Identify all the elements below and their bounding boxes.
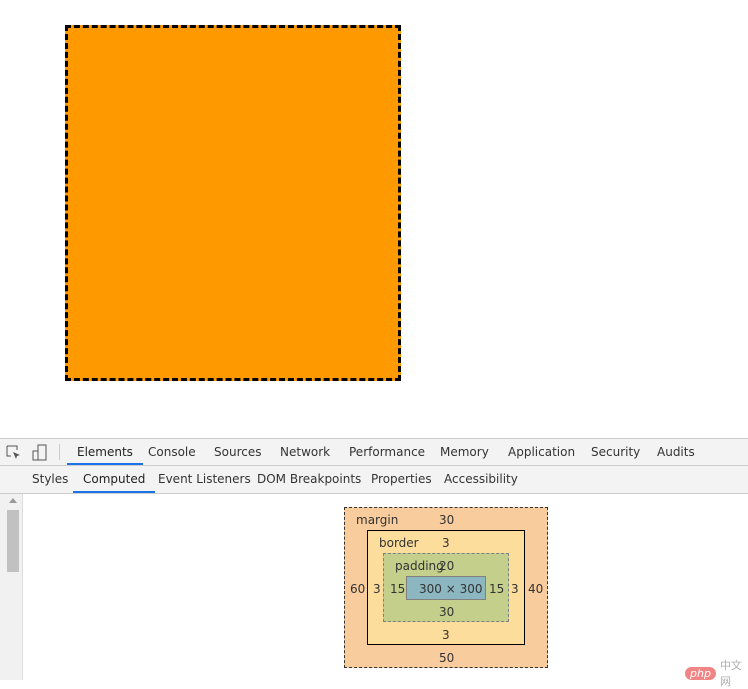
main-toolbar: Elements Console Sources Network Perform… bbox=[0, 439, 748, 466]
margin-label: margin bbox=[356, 513, 399, 527]
margin-top[interactable]: 30 bbox=[439, 513, 454, 527]
scrollbar[interactable] bbox=[0, 494, 23, 680]
border-label: border bbox=[379, 536, 419, 550]
padding-top[interactable]: 20 bbox=[439, 559, 454, 573]
tab-dom-breakpoints[interactable]: DOM Breakpoints bbox=[257, 466, 361, 493]
device-toolbar-icon[interactable] bbox=[32, 444, 48, 462]
tab-sources[interactable]: Sources bbox=[214, 439, 261, 465]
watermark-text: 中文网 bbox=[719, 659, 742, 688]
tab-memory[interactable]: Memory bbox=[440, 439, 489, 465]
tab-computed[interactable]: Computed bbox=[72, 466, 156, 493]
scroll-up-arrow-icon[interactable] bbox=[9, 498, 17, 503]
content-size[interactable]: 300 × 300 bbox=[419, 582, 483, 596]
border-bottom[interactable]: 3 bbox=[442, 628, 450, 642]
sub-toolbar: Styles Computed Event Listeners DOM Brea… bbox=[0, 466, 748, 494]
tab-application[interactable]: Application bbox=[508, 439, 575, 465]
margin-bottom[interactable]: 50 bbox=[439, 651, 454, 665]
tab-event-listeners[interactable]: Event Listeners bbox=[158, 466, 251, 493]
tab-console[interactable]: Console bbox=[148, 439, 196, 465]
padding-left[interactable]: 15 bbox=[390, 582, 405, 596]
tab-styles[interactable]: Styles bbox=[32, 466, 68, 493]
watermark: php 中文网 bbox=[685, 657, 748, 689]
padding-right[interactable]: 15 bbox=[489, 582, 504, 596]
tab-properties[interactable]: Properties bbox=[371, 466, 432, 493]
watermark-logo: php bbox=[685, 666, 716, 680]
margin-right[interactable]: 40 bbox=[528, 582, 543, 596]
padding-label: padding bbox=[395, 559, 444, 573]
divider bbox=[59, 444, 60, 460]
inspect-element-icon[interactable] bbox=[6, 445, 22, 461]
tab-network[interactable]: Network bbox=[280, 439, 330, 465]
tab-audits[interactable]: Audits bbox=[657, 439, 695, 465]
padding-bottom[interactable]: 30 bbox=[439, 605, 454, 619]
border-right[interactable]: 3 bbox=[511, 582, 519, 596]
margin-left[interactable]: 60 bbox=[350, 582, 365, 596]
tab-performance[interactable]: Performance bbox=[349, 439, 425, 465]
border-top[interactable]: 3 bbox=[442, 536, 450, 550]
tab-elements[interactable]: Elements bbox=[67, 439, 143, 465]
border-left[interactable]: 3 bbox=[373, 582, 381, 596]
tab-accessibility[interactable]: Accessibility bbox=[444, 466, 518, 493]
orange-dashed-box bbox=[65, 25, 401, 381]
tab-security[interactable]: Security bbox=[591, 439, 640, 465]
scrollbar-thumb[interactable] bbox=[7, 510, 19, 572]
